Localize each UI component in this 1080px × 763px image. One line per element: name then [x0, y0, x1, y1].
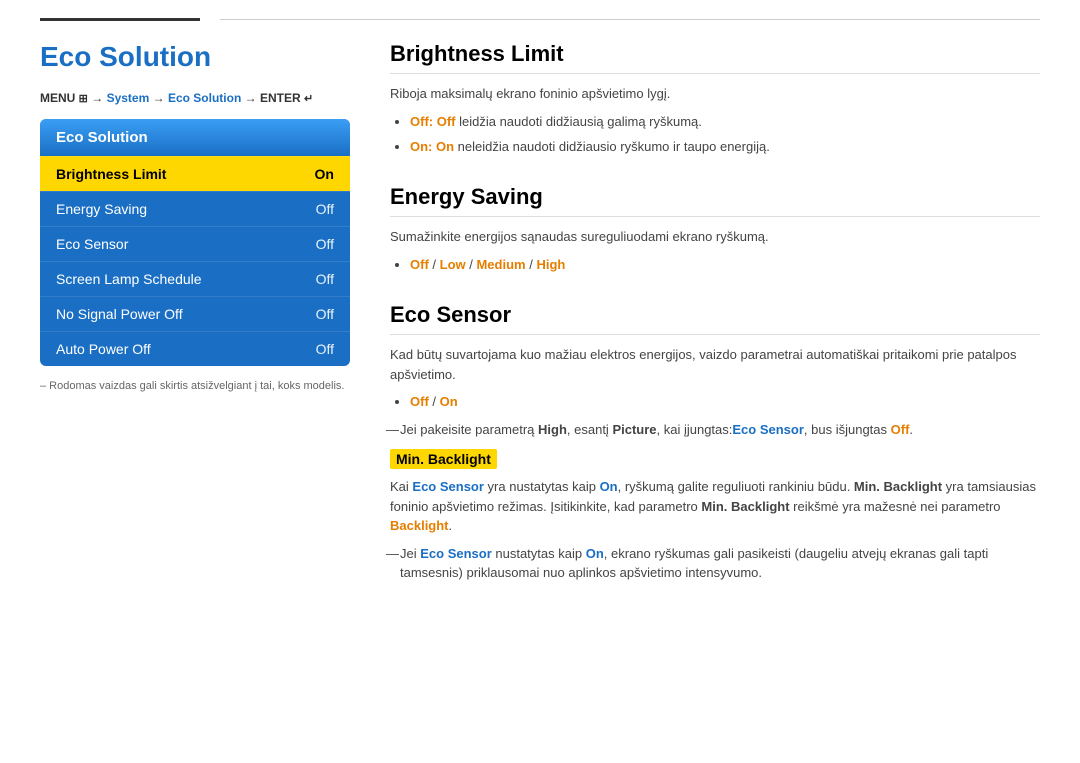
menu-item-value: Off — [316, 341, 334, 357]
left-panel: Eco Solution MENU ⊞ → System → Eco Solut… — [40, 41, 350, 609]
list-item: Off: Off leidžia naudoti didžiausią gali… — [410, 110, 1040, 133]
energy-saving-title: Energy Saving — [390, 184, 1040, 217]
menu-path: MENU ⊞ → System → Eco Solution → ENTER ↵ — [40, 91, 350, 105]
eco-sensor-dash-note2: Jei Eco Sensor nustatytas kaip On, ekran… — [390, 544, 1040, 583]
menu-arrow1: → — [88, 91, 107, 105]
right-panel: Brightness Limit Riboja maksimalų ekrano… — [390, 41, 1040, 609]
main-content: Eco Solution MENU ⊞ → System → Eco Solut… — [0, 31, 1080, 629]
brightness-limit-desc: Riboja maksimalų ekrano foninio apšvieti… — [390, 84, 1040, 104]
menu-item-label: Energy Saving — [56, 201, 147, 217]
menu-item-value: Off — [316, 271, 334, 287]
list-item: On: On neleidžia naudoti didžiausio ryšk… — [410, 135, 1040, 158]
menu-item-label: Brightness Limit — [56, 166, 166, 182]
top-bar-line-right — [220, 19, 1040, 20]
menu-ecosolution: Eco Solution — [168, 91, 241, 105]
list-item: Off / Low / Medium / High — [410, 253, 1040, 276]
menu-item-no-signal[interactable]: No Signal Power Off Off — [40, 296, 350, 331]
min-backlight-desc: Kai Eco Sensor yra nustatytas kaip On, r… — [390, 477, 1040, 536]
eco-sensor-desc: Kad būtų suvartojama kuo mažiau elektros… — [390, 345, 1040, 384]
menu-item-label: Auto Power Off — [56, 341, 151, 357]
brightness-limit-list: Off: Off leidžia naudoti didžiausią gali… — [410, 110, 1040, 159]
min-backlight-highlight: Min. Backlight — [390, 449, 497, 469]
energy-saving-list: Off / Low / Medium / High — [410, 253, 1040, 276]
eco-sensor-list: Off / On — [410, 390, 1040, 413]
left-note: – Rodomas vaizdas gali skirtis atsižvelg… — [40, 380, 350, 392]
menu-arrow2: → — [149, 91, 168, 105]
menu-item-label: Screen Lamp Schedule — [56, 271, 202, 287]
top-bar — [0, 0, 1080, 31]
menu-item-value: Off — [316, 201, 334, 217]
menu-item-label: Eco Sensor — [56, 236, 128, 252]
top-bar-line-left — [40, 18, 200, 21]
list-item: Off / On — [410, 390, 1040, 413]
menu-item-screen-lamp[interactable]: Screen Lamp Schedule Off — [40, 261, 350, 296]
menu-item-auto-power[interactable]: Auto Power Off Off — [40, 331, 350, 366]
menu-header: Eco Solution — [40, 119, 350, 156]
brightness-limit-title: Brightness Limit — [390, 41, 1040, 74]
section-eco-sensor: Eco Sensor Kad būtų suvartojama kuo maži… — [390, 302, 1040, 582]
menu-item-value: Off — [316, 236, 334, 252]
menu-item-eco-sensor[interactable]: Eco Sensor Off — [40, 226, 350, 261]
section-brightness-limit: Brightness Limit Riboja maksimalų ekrano… — [390, 41, 1040, 158]
menu-item-brightness-limit[interactable]: Brightness Limit On — [40, 156, 350, 191]
page-title: Eco Solution — [40, 41, 350, 73]
energy-saving-desc: Sumažinkite energijos sąnaudas sureguliu… — [390, 227, 1040, 247]
menu-arrow3: → ENTER — [241, 91, 304, 105]
menu-item-label: No Signal Power Off — [56, 306, 183, 322]
menu-box: Eco Solution Brightness Limit On Energy … — [40, 119, 350, 366]
menu-prefix: MENU — [40, 91, 79, 105]
eco-sensor-title: Eco Sensor — [390, 302, 1040, 335]
menu-system: System — [107, 91, 150, 105]
eco-sensor-dash-note: Jei pakeisite parametrą High, esantį Pic… — [390, 420, 1040, 440]
menu-item-energy-saving[interactable]: Energy Saving Off — [40, 191, 350, 226]
menu-item-value: Off — [316, 306, 334, 322]
section-energy-saving: Energy Saving Sumažinkite energijos sąna… — [390, 184, 1040, 276]
menu-item-value: On — [315, 166, 334, 182]
